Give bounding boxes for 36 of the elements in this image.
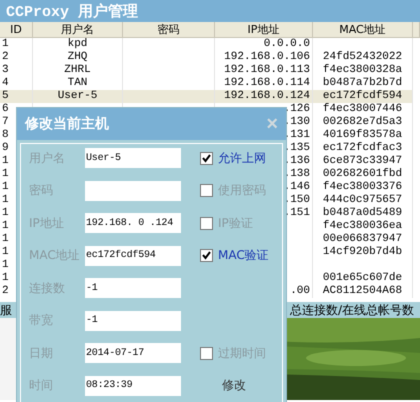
- column-header[interactable]: 密码: [123, 22, 215, 38]
- field-label: 时间: [29, 377, 54, 394]
- table-cell: 1: [0, 38, 33, 51]
- checkbox-label: MAC验证: [218, 247, 269, 264]
- table-cell: 192.168.0.124: [215, 90, 313, 103]
- checkbox[interactable]: [200, 152, 213, 164]
- field-label: 日期: [29, 344, 54, 362]
- checkbox[interactable]: [200, 249, 213, 262]
- status-text: 总连接数/在线总帐号数: [290, 302, 415, 318]
- table-cell: 4: [0, 77, 33, 90]
- checkbox[interactable]: [200, 346, 213, 360]
- window-title: CCProxy 用户管理: [6, 2, 138, 20]
- checkbox[interactable]: [200, 216, 213, 230]
- table-cell: ec172fcdf594: [313, 90, 413, 103]
- table-cell: 5: [0, 90, 33, 103]
- input-field[interactable]: [85, 180, 181, 200]
- column-header[interactable]: IP地址: [215, 22, 313, 38]
- column-header[interactable]: MAC地址: [313, 22, 413, 38]
- checkbox[interactable]: [200, 184, 213, 197]
- table-cell: 3: [0, 64, 33, 77]
- column-header: [413, 22, 420, 38]
- input-field[interactable]: 2014-07-17: [85, 343, 181, 363]
- input-field[interactable]: -1: [85, 310, 181, 330]
- table-cell: 2: [0, 51, 33, 64]
- column-header[interactable]: ID: [0, 22, 33, 38]
- input-field[interactable]: User-5: [85, 148, 181, 168]
- column-header[interactable]: 用户名: [33, 22, 123, 38]
- checkbox-label: 过期时间: [218, 344, 266, 362]
- input-field[interactable]: 192.168. 0 .124: [85, 213, 181, 233]
- status-text: 服: [0, 302, 12, 318]
- input-field[interactable]: ec172fcdf594: [85, 246, 181, 266]
- table-cell: User-5: [33, 90, 123, 103]
- input-field[interactable]: 08:23:39: [85, 376, 181, 396]
- modify-button[interactable]: 修改: [222, 377, 246, 394]
- field-label: 带宽: [29, 312, 54, 329]
- input-field[interactable]: -1: [85, 278, 181, 298]
